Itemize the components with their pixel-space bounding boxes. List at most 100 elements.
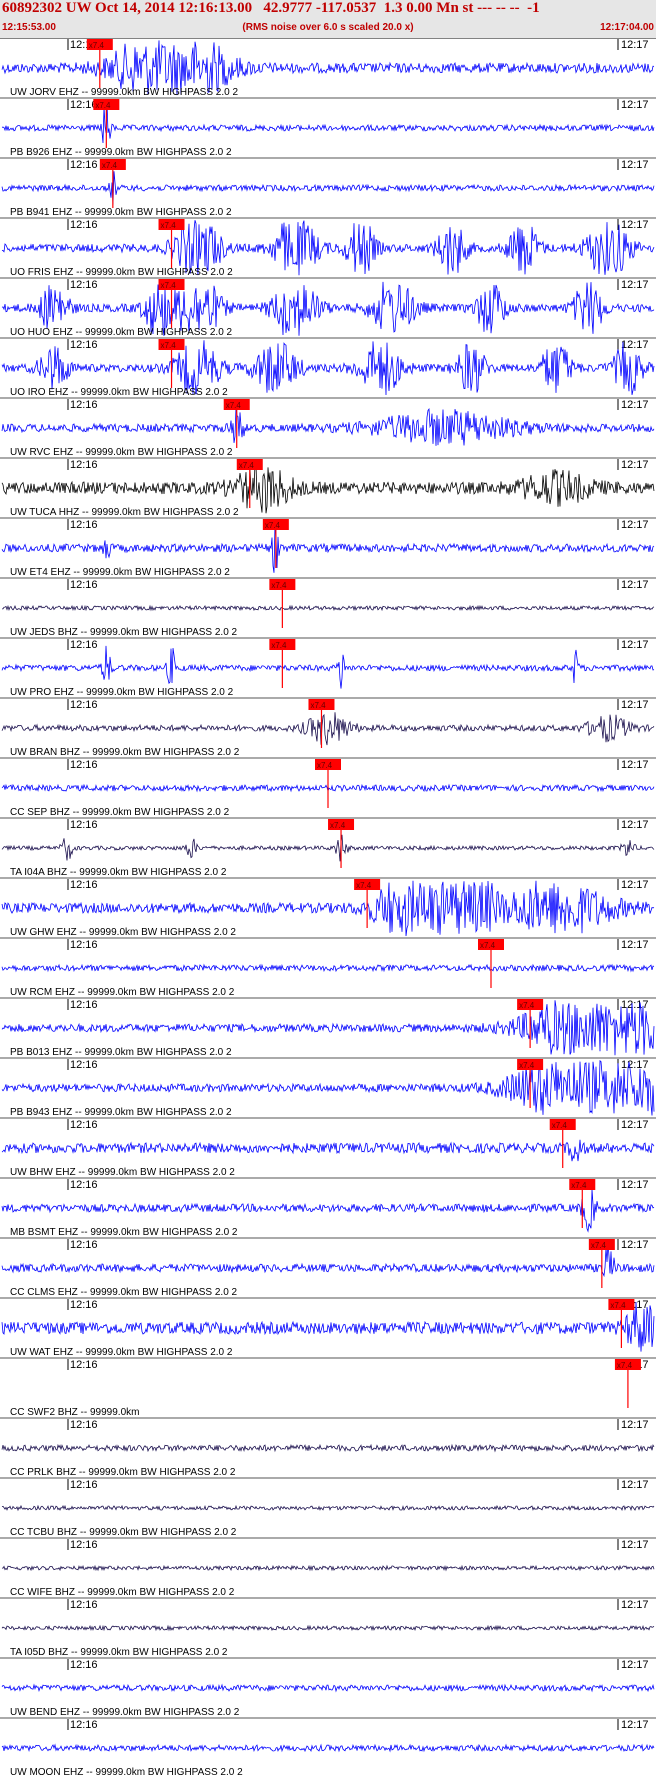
tick-label: 12:16	[70, 159, 98, 171]
tick-label: 12:16	[70, 1659, 98, 1671]
waveform	[1, 406, 655, 446]
station-label: UW JORV EHZ -- 99999.0km BW HIGHPASS 2.0…	[10, 87, 238, 98]
pick-label: x7.4	[617, 1361, 633, 1370]
tick-label: 12:17	[621, 1059, 649, 1071]
tick-label: 12:17	[621, 519, 649, 531]
tick-label: 12:16	[70, 1419, 98, 1431]
event-title: 60892302 UW Oct 14, 2014 12:16:13.00 42.…	[2, 0, 540, 16]
tick-label: 12:16	[70, 1059, 98, 1071]
tick-label: 12:16	[70, 459, 98, 471]
trace-row: 12:16 12:17 UW BEND EHZ -- 99999.0km BW HI…	[0, 1657, 656, 1718]
tick-label: 12:16	[70, 1179, 98, 1191]
station-label: UW BEND EHZ -- 99999.0km BW HIGHPASS 2.0…	[10, 1707, 240, 1718]
waveform	[1, 712, 655, 746]
tick-label: 12:17	[621, 1479, 649, 1491]
trace-row: 12:16 12:17 x7.4 UO FRIS EHZ -- 99999.0km B…	[0, 217, 656, 278]
pick-label: x7.4	[591, 1241, 607, 1250]
tick-label: 12:17	[621, 1539, 649, 1551]
tick-label: 12:16	[70, 1479, 98, 1491]
tick-label: 12:17	[621, 1119, 649, 1131]
trace-row: 12:16 12:17 x7.4 UW PRO EHZ -- 99999.0km BW…	[0, 637, 656, 698]
trace-row: 12:16 12:17 TA I05D BHZ -- 99999.0km BW HI…	[0, 1597, 656, 1658]
waveform	[1, 1189, 655, 1233]
station-label: CC CLMS EHZ -- 99999.0km BW HIGHPASS 2.0…	[10, 1287, 238, 1298]
trace-row: 12:16 12:17x7.4UW WAT EHZ -- 99999.0km BW…	[0, 1297, 656, 1358]
station-label: UW ET4 EHZ -- 99999.0km BW HIGHPASS 2.0 …	[10, 567, 230, 578]
pick-label: x7.4	[310, 701, 326, 710]
trace-row: 12:16 12:17 x7.4 UW GHW EHZ -- 99999.0km BW…	[0, 877, 656, 938]
tick-label: 12:16	[70, 1599, 98, 1611]
tick-label: 12:17	[621, 219, 649, 231]
tick-label: 12:16	[70, 579, 98, 591]
pick-label: x7.4	[161, 341, 177, 350]
tick-label: 12:17	[621, 159, 649, 171]
pick-label: x7.4	[571, 1181, 587, 1190]
pick-label: x7.4	[95, 101, 111, 110]
tick-label: 12:16	[70, 219, 98, 231]
tick-label: 12:16	[70, 1359, 98, 1371]
pick-label: x7.4	[271, 641, 287, 650]
station-label: PB B941 EHZ -- 99999.0km BW HIGHPASS 2.0…	[10, 207, 232, 218]
tick-label: 12:16	[70, 1119, 98, 1131]
pick-label: x7.4	[271, 581, 287, 590]
tick-label: 12:16	[70, 1539, 98, 1551]
tick-label: 12:17	[621, 639, 649, 651]
seismogram-panel: 12:16 12:17 x7.4 UW JORV EHZ -- 99999.0km B…	[0, 38, 656, 1778]
waveform	[1, 1139, 655, 1162]
waveform	[1, 963, 655, 973]
pick-label: x7.4	[161, 221, 177, 230]
trace-row: 12:16 12:17 x7.4 UW BRAN BHZ -- 99999.0km B…	[0, 697, 656, 758]
pick-label: x7.4	[317, 761, 333, 770]
pick-label: x7.4	[89, 41, 105, 50]
pick-label: x7.4	[552, 1121, 568, 1130]
trace-row: 12:16 12:17 x7.4 UO IRO EHZ -- 99999.0km BW…	[0, 337, 656, 398]
station-label: PB B013 EHZ -- 99999.0km BW HIGHPASS 2.0…	[10, 1047, 232, 1058]
waveform	[1, 1504, 655, 1512]
trace-row: 12:16 12:17 x7.4 UW BHW EHZ -- 99999.0km BW…	[0, 1117, 656, 1178]
rms-note: (RMS noise over 6.0 s scaled 20.0 x)	[242, 22, 414, 33]
trace-row: 12:16 12:17x7.4UW JORV EHZ -- 99999.0km B…	[0, 38, 656, 98]
pick-label: x7.4	[239, 461, 255, 470]
tick-label: 12:16	[70, 939, 98, 951]
tick-label: 12:16	[70, 339, 98, 351]
station-label: UW WAT EHZ -- 99999.0km BW HIGHPASS 2.0 …	[10, 1347, 233, 1358]
waveform	[1, 1624, 655, 1632]
tick-label: 12:17	[621, 459, 649, 471]
trace-row: 12:16 12:17x7.4PB B926 EHZ -- 99999.0km B…	[0, 97, 656, 158]
station-label: UW PRO EHZ -- 99999.0km BW HIGHPASS 2.0 …	[10, 687, 234, 698]
pick-label: x7.4	[330, 821, 346, 830]
tick-label: 12:17	[621, 1719, 649, 1731]
tick-label: 12:16	[70, 819, 98, 831]
station-label: UW RVC EHZ -- 99999.0km BW HIGHPASS 2.0 …	[10, 447, 233, 458]
tick-label: 12:17	[621, 879, 649, 891]
tick-label: 12:16	[70, 279, 98, 291]
waveform	[2, 604, 655, 612]
trace-row: 12:16 12:17 UW MOON EHZ -- 99999.0km BW HI…	[0, 1717, 656, 1778]
station-label: UW GHW EHZ -- 99999.0km BW HIGHPASS 2.0 …	[10, 927, 236, 938]
tick-label: 12:16	[70, 399, 98, 411]
trace-row: 12:16 12:17 x7.4 TA I04A BHZ -- 99999.0km B…	[0, 817, 656, 878]
trace-row: 12:16 12:17 x7.4 PB B013 EHZ -- 99999.0km B…	[0, 997, 656, 1058]
trace-row: 12:16 12:17 x7.4 UW JEDS BHZ -- 99999.0km B…	[0, 577, 656, 638]
tick-label: 12:17	[621, 939, 649, 951]
tick-label: 12:16	[70, 639, 98, 651]
trace-row: 12:16 12:17 x7.4 CC CLMS EHZ -- 99999.0km B…	[0, 1237, 656, 1298]
tick-label: 12:17	[621, 1599, 649, 1611]
station-label: CC SEP BHZ -- 99999.0km BW HIGHPASS 2.0 …	[10, 807, 230, 818]
tick-label: 12:17	[621, 339, 649, 351]
station-label: PB B926 EHZ -- 99999.0km BW HIGHPASS 2.0…	[10, 147, 232, 158]
plot-header: 60892302 UW Oct 14, 2014 12:16:13.00 42.…	[0, 0, 656, 39]
waveform	[1, 1242, 655, 1278]
pick-label: x7.4	[480, 941, 496, 950]
pick-label: x7.4	[161, 281, 177, 290]
waveform	[1, 1443, 655, 1453]
station-label: PB B943 EHZ -- 99999.0km BW HIGHPASS 2.0…	[10, 1107, 232, 1118]
pick-label: x7.4	[519, 1061, 535, 1070]
station-label: UW TUCA HHZ -- 99999.0km BW HIGHPASS 2.0…	[10, 507, 239, 518]
waveform	[1, 462, 655, 514]
waveform	[1, 834, 655, 862]
waveform	[1, 645, 655, 689]
tick-label: 12:17	[621, 759, 649, 771]
trace-row: 12:16 12:17 CC TCBU BHZ -- 99999.0km BW HI…	[0, 1477, 656, 1538]
trace-row: 12:1612:17x7.4CC SWF2 BHZ -- 99999.0km	[0, 1357, 656, 1418]
